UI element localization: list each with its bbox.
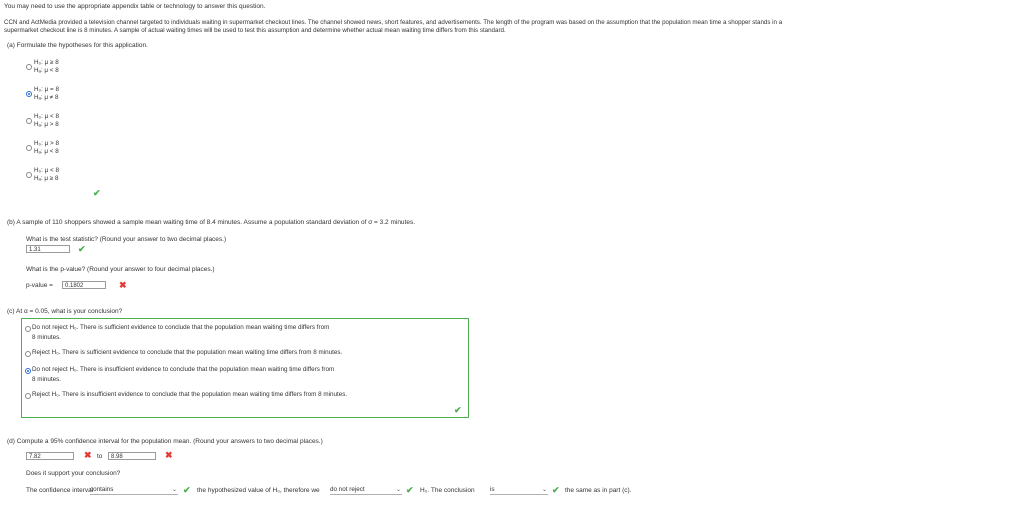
ci-sentence-start: The confidence interval xyxy=(26,487,94,494)
correct-check-icon: ✔ xyxy=(552,485,560,495)
part-a-prompt: (a) Formulate the hypotheses for this ap… xyxy=(7,42,148,49)
incorrect-x-icon: ✖ xyxy=(84,450,92,460)
radio-button-selected[interactable] xyxy=(25,368,31,374)
problem-text-line2: supermarket checkout line is 8 minutes. … xyxy=(4,27,506,34)
problem-text-line1: CCN and ActMedia provided a television c… xyxy=(4,19,783,26)
correct-check-icon: ✔ xyxy=(78,244,86,254)
option-h0: H₀: μ < 8 xyxy=(34,113,59,120)
option-h0: H₀: μ < 8 xyxy=(34,167,59,174)
chevron-down-icon[interactable]: ⌄ xyxy=(396,486,401,494)
ci-lower-input[interactable]: 7.82 xyxy=(26,452,74,460)
option-text-cont: 8 minutes. xyxy=(32,334,62,341)
p-value-input[interactable]: 0.1802 xyxy=(62,281,106,289)
is-dropdown[interactable]: is ⌄ xyxy=(490,486,548,495)
correct-check-icon: ✔ xyxy=(183,485,191,495)
conclusion-answer-box: Do not reject H₀. There is sufficient ev… xyxy=(21,318,469,418)
ci-sentence-middle: the hypothesized value of H₀, therefore … xyxy=(197,487,320,494)
radio-button[interactable] xyxy=(25,351,31,357)
option-text: Reject H₀. There is insufficient evidenc… xyxy=(32,391,348,398)
radio-button-selected[interactable] xyxy=(26,91,32,97)
ci-sentence-end: the same as in part (c). xyxy=(565,487,632,494)
option-text: Do not reject H₀. There is sufficient ev… xyxy=(32,324,330,331)
option-ha: Hₐ: μ < 8 xyxy=(34,148,59,155)
ci-sentence-h0: H₀. The conclusion xyxy=(420,487,475,494)
option-ha: Hₐ: μ ≥ 8 xyxy=(34,175,59,182)
option-text: Do not reject H₀. There is insufficient … xyxy=(32,366,335,373)
incorrect-x-icon: ✖ xyxy=(165,450,173,460)
to-label: to xyxy=(97,453,103,460)
correct-check-icon: ✔ xyxy=(454,405,462,415)
radio-button[interactable] xyxy=(26,172,32,178)
ci-upper-input[interactable]: 8.98 xyxy=(108,452,156,460)
option-ha: Hₐ: μ ≠ 8 xyxy=(34,94,59,101)
dropdown-value: is xyxy=(490,486,495,493)
chevron-down-icon[interactable]: ⌄ xyxy=(172,486,177,494)
option-h0: H₀: μ = 8 xyxy=(34,86,59,93)
radio-button[interactable] xyxy=(26,64,32,70)
radio-button[interactable] xyxy=(25,326,31,332)
option-ha: Hₐ: μ > 8 xyxy=(34,121,59,128)
incorrect-x-icon: ✖ xyxy=(119,280,127,290)
contains-dropdown[interactable]: contains ⌄ xyxy=(90,486,178,495)
option-ha: Hₐ: μ < 8 xyxy=(34,67,59,74)
test-statistic-question: What is the test statistic? (Round your … xyxy=(26,236,227,243)
option-text: Reject H₀. There is sufficient evidence … xyxy=(32,349,343,356)
option-text-cont: 8 minutes. xyxy=(32,376,62,383)
radio-button[interactable] xyxy=(26,118,32,124)
option-h0: H₀: μ ≥ 8 xyxy=(34,59,59,66)
dropdown-value: do not reject xyxy=(330,486,365,493)
correct-check-icon: ✔ xyxy=(406,485,414,495)
instruction-text: You may need to use the appropriate appe… xyxy=(4,3,266,10)
chevron-down-icon[interactable]: ⌄ xyxy=(542,486,547,494)
radio-button[interactable] xyxy=(25,393,31,399)
part-b-prompt: (b) A sample of 110 shoppers showed a sa… xyxy=(7,219,416,226)
dropdown-value: contains xyxy=(90,486,114,493)
test-statistic-input[interactable]: 1.31 xyxy=(26,245,70,253)
p-value-question: What is the p-value? (Round your answer … xyxy=(26,266,215,273)
radio-button[interactable] xyxy=(26,145,32,151)
correct-check-icon: ✔ xyxy=(93,188,101,198)
part-d-prompt: (d) Compute a 95% confidence interval fo… xyxy=(7,438,323,445)
p-value-label: p-value = xyxy=(26,282,53,289)
support-question: Does it support your conclusion? xyxy=(26,470,121,477)
reject-dropdown[interactable]: do not reject ⌄ xyxy=(330,486,402,495)
part-c-prompt: (c) At α = 0.05, what is your conclusion… xyxy=(7,308,123,315)
option-h0: H₀: μ > 8 xyxy=(34,140,59,147)
